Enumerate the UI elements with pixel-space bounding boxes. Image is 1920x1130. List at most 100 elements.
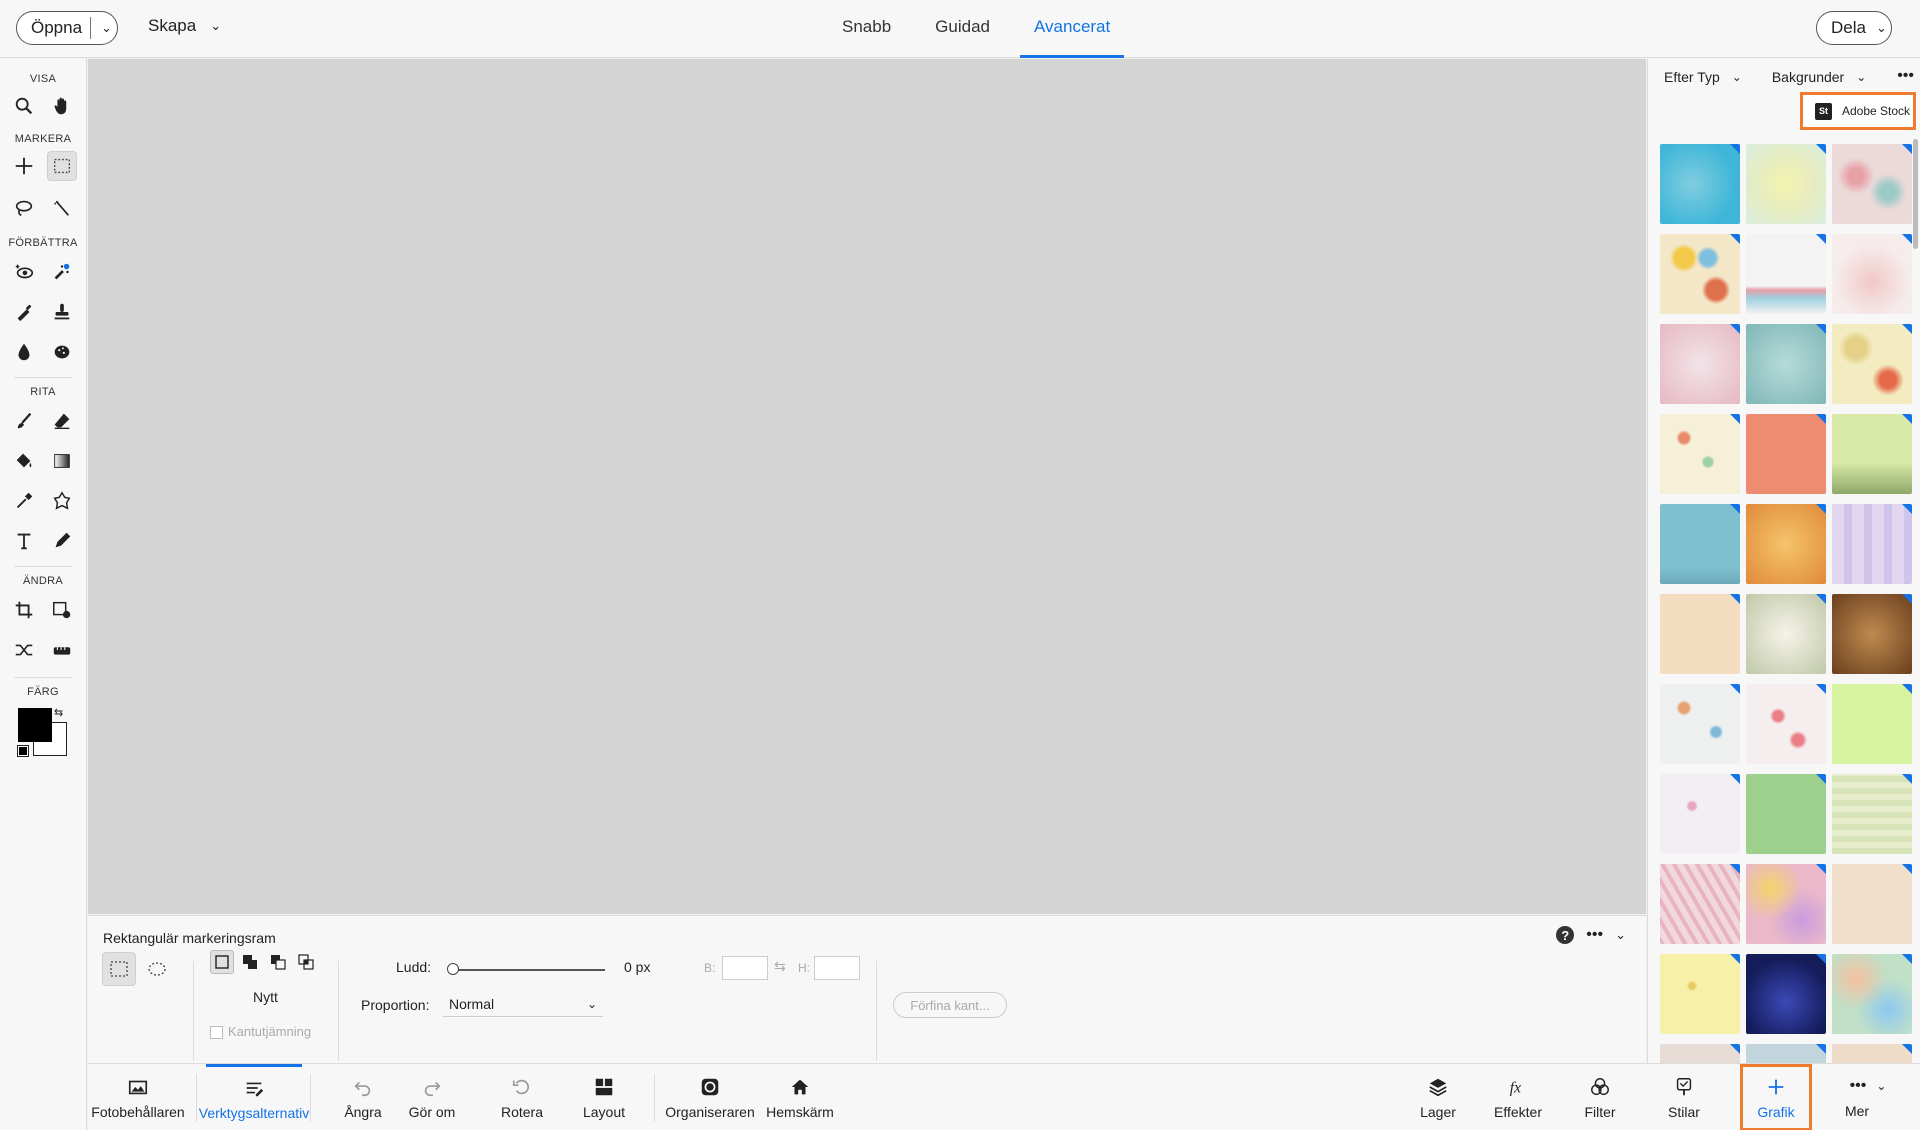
default-colors-icon[interactable] bbox=[17, 745, 29, 757]
recompose-tool-icon[interactable] bbox=[47, 595, 77, 625]
undo-button[interactable]: Ångra bbox=[338, 1064, 388, 1130]
feather-slider-knob[interactable] bbox=[447, 963, 459, 975]
thumbnail[interactable] bbox=[1746, 954, 1826, 1034]
move-tool-icon[interactable] bbox=[9, 151, 39, 181]
thumbnail[interactable] bbox=[1660, 864, 1740, 944]
thumbnail[interactable] bbox=[1832, 684, 1912, 764]
panel-more-icon[interactable]: ••• bbox=[1897, 67, 1914, 85]
thumbnail[interactable] bbox=[1660, 324, 1740, 404]
thumbnail[interactable] bbox=[1832, 864, 1912, 944]
panel-scrollbar[interactable] bbox=[1913, 139, 1918, 249]
rectangular-marquee-button[interactable] bbox=[102, 952, 136, 986]
thumbnail[interactable] bbox=[1660, 684, 1740, 764]
thumbnail[interactable] bbox=[1832, 414, 1912, 494]
thumbnail[interactable] bbox=[1746, 504, 1826, 584]
thumbnail[interactable] bbox=[1660, 234, 1740, 314]
blur-tool-icon[interactable] bbox=[9, 337, 39, 367]
chevron-down-icon[interactable]: ⌄ bbox=[101, 20, 112, 36]
gradient-tool-icon[interactable] bbox=[47, 446, 77, 476]
swap-colors-icon[interactable]: ⇆ bbox=[54, 706, 63, 719]
elliptical-marquee-button[interactable] bbox=[140, 952, 174, 986]
thumbnail[interactable] bbox=[1746, 234, 1826, 314]
height-input[interactable] bbox=[814, 956, 860, 980]
open-button[interactable]: Öppna ⌄ bbox=[16, 11, 118, 45]
category-dropdown[interactable]: Bakgrunder ⌄ bbox=[1772, 69, 1866, 85]
thumbnail[interactable] bbox=[1660, 954, 1740, 1034]
clone-stamp-tool-icon[interactable] bbox=[47, 297, 77, 327]
paint-bucket-tool-icon[interactable] bbox=[9, 446, 39, 476]
subtract-selection-button[interactable] bbox=[266, 950, 290, 974]
swap-dimensions-icon[interactable]: ⇆ bbox=[774, 958, 786, 975]
aspect-select[interactable]: Normal ⌄ bbox=[443, 991, 603, 1017]
hand-tool-icon[interactable] bbox=[47, 91, 77, 121]
crop-tool-icon[interactable] bbox=[9, 595, 39, 625]
refine-edge-button[interactable]: Förfina kant... bbox=[893, 992, 1007, 1018]
antialias-checkbox[interactable] bbox=[210, 1026, 223, 1039]
thumbnail[interactable] bbox=[1832, 1044, 1912, 1063]
create-menu[interactable]: Skapa ⌄ bbox=[148, 16, 221, 36]
effects-button[interactable]: fx Effekter bbox=[1486, 1064, 1550, 1130]
thumbnail[interactable] bbox=[1746, 1044, 1826, 1063]
thumbnail[interactable] bbox=[1746, 684, 1826, 764]
thumbnail[interactable] bbox=[1746, 594, 1826, 674]
marquee-tool-icon[interactable] bbox=[47, 151, 77, 181]
canvas-area[interactable] bbox=[88, 59, 1646, 914]
tab-guided[interactable]: Guidad bbox=[921, 0, 1004, 58]
thumbnail[interactable] bbox=[1832, 594, 1912, 674]
adobe-stock-button[interactable]: St Adobe Stock bbox=[1800, 92, 1916, 130]
thumbnail[interactable] bbox=[1660, 594, 1740, 674]
custom-shape-tool-icon[interactable] bbox=[47, 486, 77, 516]
tool-options-button[interactable]: Verktygsalternativ bbox=[199, 1064, 309, 1130]
help-icon[interactable]: ? bbox=[1556, 926, 1575, 944]
tab-expert[interactable]: Avancerat bbox=[1020, 0, 1125, 58]
new-selection-button[interactable] bbox=[210, 950, 234, 974]
redo-button[interactable]: Gör om bbox=[404, 1064, 460, 1130]
eraser-tool-icon[interactable] bbox=[47, 406, 77, 436]
type-tool-icon[interactable] bbox=[9, 526, 39, 556]
straighten-tool-icon[interactable] bbox=[47, 635, 77, 665]
thumbnail[interactable] bbox=[1832, 774, 1912, 854]
filter-type-dropdown[interactable]: Efter Typ ⌄ bbox=[1664, 69, 1742, 85]
sponge-tool-icon[interactable] bbox=[47, 337, 77, 367]
foreground-color-swatch[interactable] bbox=[18, 708, 52, 742]
smart-brush-tool-icon[interactable] bbox=[9, 297, 39, 327]
thumbnail[interactable] bbox=[1746, 774, 1826, 854]
thumbnail[interactable] bbox=[1832, 144, 1912, 224]
rotate-button[interactable]: Rotera bbox=[486, 1064, 558, 1130]
lasso-tool-icon[interactable] bbox=[9, 193, 39, 223]
thumbnail[interactable] bbox=[1660, 504, 1740, 584]
thumbnail[interactable] bbox=[1746, 864, 1826, 944]
photo-bin-button[interactable]: Fotobehållaren bbox=[88, 1064, 188, 1130]
styles-button[interactable]: Stilar bbox=[1656, 1064, 1712, 1130]
graphics-button[interactable]: Grafik bbox=[1740, 1064, 1812, 1130]
width-input[interactable] bbox=[722, 956, 768, 980]
layers-button[interactable]: Lager bbox=[1410, 1064, 1466, 1130]
more-button[interactable]: ••• ⌄ Mer bbox=[1828, 1064, 1908, 1130]
eyedropper-tool-icon[interactable] bbox=[9, 486, 39, 516]
quick-selection-tool-icon[interactable] bbox=[47, 193, 77, 223]
more-options-icon[interactable]: ••• bbox=[1586, 926, 1603, 944]
tab-quick[interactable]: Snabb bbox=[828, 0, 905, 58]
thumbnail[interactable] bbox=[1832, 234, 1912, 314]
spot-healing-tool-icon[interactable] bbox=[47, 257, 77, 287]
feather-slider-track[interactable] bbox=[453, 969, 605, 971]
pencil-tool-icon[interactable] bbox=[47, 526, 77, 556]
red-eye-tool-icon[interactable] bbox=[9, 257, 39, 287]
thumbnail[interactable] bbox=[1660, 414, 1740, 494]
thumbnail[interactable] bbox=[1832, 324, 1912, 404]
thumbnail[interactable] bbox=[1746, 144, 1826, 224]
intersect-selection-button[interactable] bbox=[294, 950, 318, 974]
add-selection-button[interactable] bbox=[238, 950, 262, 974]
thumbnail[interactable] bbox=[1660, 774, 1740, 854]
brush-tool-icon[interactable] bbox=[9, 406, 39, 436]
thumbnail[interactable] bbox=[1832, 504, 1912, 584]
thumbnail[interactable] bbox=[1746, 324, 1826, 404]
thumbnail[interactable] bbox=[1832, 954, 1912, 1034]
filters-button[interactable]: Filter bbox=[1572, 1064, 1628, 1130]
content-aware-move-tool-icon[interactable] bbox=[9, 635, 39, 665]
chevron-down-icon[interactable]: ⌄ bbox=[1615, 927, 1626, 943]
layout-button[interactable]: Layout bbox=[576, 1064, 632, 1130]
thumbnail[interactable] bbox=[1660, 1044, 1740, 1063]
zoom-tool-icon[interactable] bbox=[9, 91, 39, 121]
thumbnail[interactable] bbox=[1660, 144, 1740, 224]
